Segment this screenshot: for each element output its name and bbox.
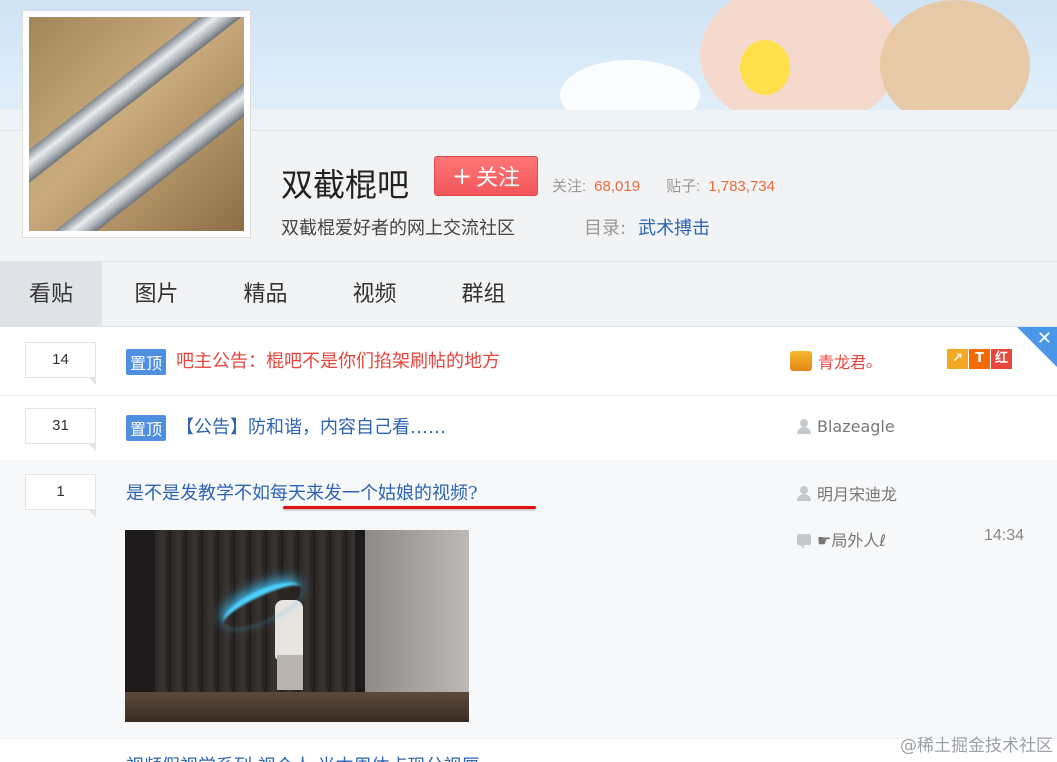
reply-count: 1	[25, 474, 96, 517]
author-name[interactable]: 明月宋迪龙	[817, 481, 897, 505]
author-name[interactable]: Blazeagle	[817, 417, 895, 436]
forum-slogan: 双截棍爱好者的网上交流社区	[281, 218, 515, 239]
watermark: @稀土掘金技术社区	[900, 736, 1053, 756]
thread-title-text[interactable]: 【公告】防和谐，内容自己看……	[176, 417, 446, 438]
followers-label: 关注:	[552, 178, 587, 195]
thread-author[interactable]: Blazeagle	[797, 417, 895, 436]
follow-label: 关注	[476, 166, 521, 191]
thread-badges: ↗ T 红	[947, 349, 1012, 369]
thread-title-partial[interactable]: 视频假视学系列 视个人 光本周体点现分视厘	[126, 752, 479, 762]
thread-author[interactable]: 青龙君ₒ	[790, 349, 873, 373]
crown-icon	[790, 351, 812, 371]
reply-icon	[797, 533, 811, 549]
tab-groups[interactable]: 群组	[429, 262, 538, 327]
posts-label: 贴子:	[666, 178, 701, 195]
plus-icon: +	[451, 162, 473, 190]
top-icon: T	[969, 349, 990, 369]
pinned-badge: 置顶	[126, 415, 167, 441]
last-reply-name[interactable]: ☛局外人ℓ	[817, 527, 886, 551]
forum-name: 双截棍吧	[281, 166, 410, 204]
user-icon	[797, 485, 811, 501]
user-icon	[797, 419, 811, 434]
follow-button[interactable]: + 关注	[434, 156, 538, 196]
reply-count: 31	[25, 408, 96, 451]
forum-stats: 关注: 68,019 贴子: 1,783,734	[552, 175, 793, 196]
row-divider	[0, 395, 1057, 396]
thread-title[interactable]: 置顶 吧主公告：棍吧不是你们掐架刷帖的地方	[126, 347, 500, 375]
forum-avatar[interactable]	[22, 10, 251, 238]
row-divider	[0, 738, 1057, 739]
thread-title[interactable]: 是不是发教学不如每天来发一个姑娘的视频?	[126, 479, 478, 505]
last-reply-time: 14:34	[984, 527, 1025, 544]
tab-videos[interactable]: 视频	[320, 262, 429, 327]
thread-title[interactable]: 置顶 【公告】防和谐，内容自己看……	[126, 413, 446, 441]
forum-tabs: 看贴 图片 精品 视频 群组	[0, 261, 1057, 327]
trending-icon: ↗	[947, 349, 968, 369]
video-thumbnail[interactable]	[125, 530, 469, 722]
forum-directory: 目录: 武术搏击	[584, 214, 710, 240]
posts-count: 1,783,734	[708, 178, 775, 195]
reply-count: 14	[25, 342, 96, 385]
hot-icon: 红	[991, 349, 1012, 369]
close-icon[interactable]: ✕	[1037, 328, 1052, 349]
directory-link[interactable]: 武术搏击	[638, 218, 710, 239]
last-reply-author[interactable]: ☛局外人ℓ	[797, 527, 886, 551]
tab-posts[interactable]: 看贴	[0, 262, 102, 327]
tab-images[interactable]: 图片	[102, 262, 211, 327]
pinned-badge: 置顶	[126, 349, 167, 375]
tab-featured[interactable]: 精品	[211, 262, 320, 327]
directory-label: 目录:	[584, 218, 627, 239]
thread-author[interactable]: 明月宋迪龙	[797, 481, 897, 505]
red-underline-annotation	[283, 506, 536, 509]
thread-title-text[interactable]: 吧主公告：棍吧不是你们掐架刷帖的地方	[176, 351, 500, 372]
followers-count: 68,019	[594, 178, 641, 195]
author-name[interactable]: 青龙君ₒ	[818, 349, 873, 373]
